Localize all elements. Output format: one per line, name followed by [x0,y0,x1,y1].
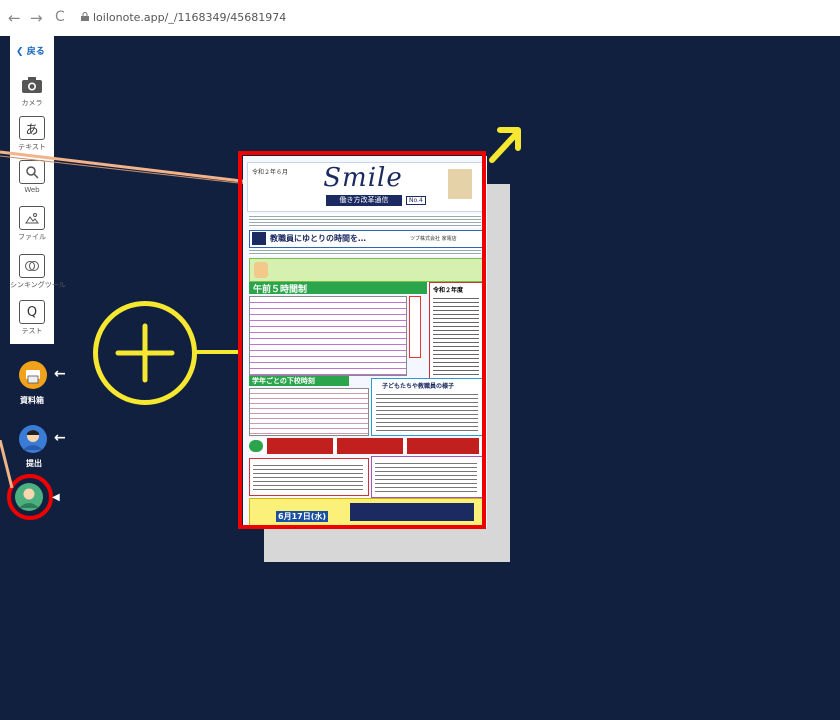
arrow-left-icon: ◀ [52,492,60,503]
tool-thinking[interactable]: シンキングツール [10,254,66,290]
back-button[interactable]: ❮ 戻る [16,44,45,57]
browser-toolbar: ← → C loilonote.app/_/1168349/45681974 [0,0,840,36]
plus-icon [115,323,175,383]
back-arrow-icon[interactable]: ← [8,9,21,27]
circles-icon [19,254,45,278]
tool-file[interactable]: ファイル [10,206,54,242]
tool-label: シンキングツール [10,281,66,289]
tool-label: テスト [21,327,43,335]
reload-icon[interactable]: C [55,9,65,25]
selection-highlight [238,151,486,529]
materials-label: 資料箱 [20,396,44,405]
tool-label: ファイル [18,233,46,241]
arrow-left-icon: ← [54,430,66,446]
printer-icon[interactable] [18,360,48,390]
back-label: 戻る [26,47,45,57]
submit-label: 提出 [26,459,42,468]
arrow-left-icon: ← [54,366,66,382]
address-bar[interactable]: loilonote.app/_/1168349/45681974 [93,11,286,24]
add-circle-button[interactable] [93,301,197,405]
lock-icon [81,12,89,21]
test-icon: Q [19,300,45,324]
tool-label: カメラ [21,99,43,107]
chevron-left-icon: ❮ [16,47,24,57]
camera-icon [20,74,44,96]
person-icon[interactable] [18,424,48,454]
tool-camera[interactable]: カメラ [10,74,54,108]
expand-arrow-icon [489,127,521,163]
forward-arrow-icon[interactable]: → [30,9,43,27]
file-icon [19,206,45,230]
connector-line [196,350,240,354]
tool-test[interactable]: Q テスト [10,300,54,336]
pointer-line-lower [0,440,14,489]
